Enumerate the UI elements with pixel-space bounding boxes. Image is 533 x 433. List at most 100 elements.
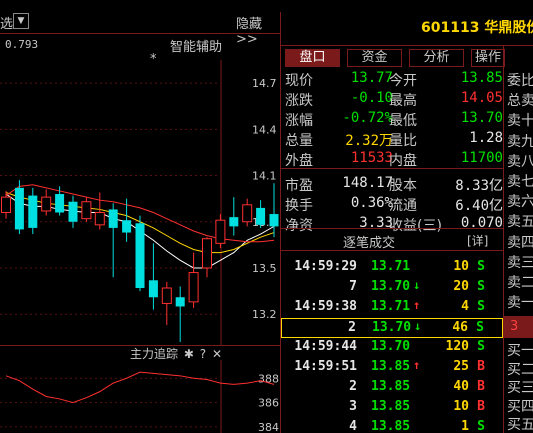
- candle-body: [1, 196, 11, 214]
- trade-time: 14:59:38: [294, 299, 357, 314]
- order-book-label: 买四: [507, 398, 533, 415]
- gear-icon[interactable]: ✱: [184, 347, 194, 361]
- arrow-down-icon: ↓: [414, 319, 422, 333]
- trade-side: B: [477, 359, 485, 374]
- trade-side: S: [476, 320, 484, 335]
- candle: [188, 252, 199, 309]
- quote-row: 涨跌 -0.10 最高 14.05: [281, 90, 503, 110]
- quote-label: 涨跌: [285, 93, 313, 109]
- trade-row[interactable]: 2 13.70 ↓ 46 S: [281, 318, 503, 338]
- trade-time: 14:59:44: [294, 339, 357, 354]
- trade-time: 14:59:51: [294, 359, 357, 374]
- trade-row[interactable]: 14:59:29 13.71 10 S: [281, 258, 503, 278]
- divider: [281, 45, 533, 46]
- trade-price: 13.70: [372, 320, 412, 335]
- candle: [148, 243, 158, 310]
- y-tick-label: 14.4: [252, 123, 277, 136]
- order-book-label: 卖六: [507, 194, 533, 211]
- candle-body: [94, 212, 105, 226]
- candle: [215, 214, 226, 248]
- candle-body: [202, 238, 212, 269]
- trade-side: S: [477, 339, 485, 354]
- trade-time: 2: [349, 379, 357, 394]
- trade-volume: 46: [452, 320, 468, 335]
- quote-value: 2.32万: [345, 133, 393, 149]
- order-book-spread: 3: [504, 316, 533, 338]
- quote-value: 13.85: [460, 70, 503, 86]
- tab-pankou[interactable]: 盘口: [285, 49, 340, 67]
- candle-body: [108, 209, 118, 228]
- quote-label: 股本: [389, 178, 417, 194]
- trade-row[interactable]: 14:59:44 13.70 120 S: [281, 338, 503, 358]
- candle-body: [188, 272, 199, 303]
- candle-body: [41, 196, 52, 212]
- candle: [14, 180, 24, 235]
- quote-label: 量比: [389, 133, 417, 149]
- stock-title: 601113 华鼎股份: [421, 20, 533, 36]
- quote-label: 今开: [389, 73, 417, 89]
- y-tick-label: 14.1: [252, 170, 277, 183]
- y-tick-label: 13.2: [252, 308, 277, 321]
- order-book-label: 买三: [507, 380, 533, 396]
- quote-row: 市盈 148.17 股本 8.33亿: [281, 175, 503, 195]
- tab-zijin[interactable]: 资金: [347, 49, 402, 67]
- order-book-label: 卖七: [507, 174, 533, 190]
- candle-body: [161, 287, 172, 304]
- candle-body: [68, 201, 78, 222]
- help-icon[interactable]: ?: [200, 347, 206, 361]
- chart-toolbar: 选 ▼ 隐藏 >>: [0, 12, 281, 47]
- trade-price: 13.85: [371, 399, 411, 414]
- chevron-down-icon[interactable]: ▼: [13, 13, 29, 29]
- candle: [135, 215, 145, 292]
- candle: [202, 237, 212, 278]
- indicator-chart[interactable]: 388386384: [0, 360, 281, 433]
- period-selector-label[interactable]: 选: [0, 13, 13, 32]
- quote-row: 涨幅 -0.72% 最低 13.70: [281, 110, 503, 130]
- trade-price: 13.71: [371, 299, 411, 314]
- candle: [94, 192, 105, 230]
- order-book-label: 买五: [507, 417, 533, 433]
- trade-volume: 4: [461, 299, 469, 314]
- divider: [281, 168, 503, 169]
- trade-row[interactable]: 7 13.70 ↓ 20 S: [281, 278, 503, 298]
- trades-detail-link[interactable]: [详]: [467, 232, 488, 249]
- kline-panel: 选 ▼ 隐藏 >> 0.793 智能辅助 * 14.714.414.113.81…: [0, 0, 281, 433]
- smart-assist-button[interactable]: 智能辅助: [170, 36, 222, 55]
- candle-body: [256, 207, 266, 225]
- tab-fenxi[interactable]: 分析: [409, 49, 464, 67]
- trade-time: 4: [349, 419, 357, 433]
- tab-caozuo[interactable]: 操作: [471, 49, 505, 67]
- quote-label: 市盈: [285, 178, 313, 194]
- trade-price: 13.85: [371, 359, 411, 374]
- candlestick-chart[interactable]: 14.714.414.113.813.513.213.02→: [0, 60, 281, 345]
- order-book-label: 卖四: [507, 234, 533, 251]
- quote-value: -0.72%: [342, 110, 393, 126]
- trade-row[interactable]: 14:59:38 13.71 ↑ 4 S: [281, 298, 503, 318]
- quote-row: 外盘 11533 内盘 11700: [281, 150, 503, 170]
- hide-button[interactable]: 隐藏 >>: [236, 13, 281, 47]
- trade-time: 7: [349, 279, 357, 294]
- close-icon[interactable]: ✕: [212, 347, 222, 361]
- candle: [1, 190, 11, 219]
- trade-row[interactable]: 14:59:51 13.85 ↑ 25 B: [281, 358, 503, 378]
- trade-row[interactable]: 3 13.85 10 B: [281, 398, 503, 418]
- quote-row: 换手 0.36% 流通 6.40亿: [281, 195, 503, 215]
- trade-price: 13.85: [371, 379, 411, 394]
- quote-label: 换手: [285, 198, 313, 214]
- candle: [108, 203, 118, 278]
- order-book-label: 买一: [507, 343, 533, 359]
- order-book-label: 卖二: [507, 275, 533, 291]
- order-book-label: 卖八: [507, 153, 533, 170]
- quote-panel: 601113 华鼎股份 盘口 资金 分析 操作 现价 13.77 今开 13.85 涨跌…: [281, 12, 533, 433]
- trade-volume: 120: [445, 339, 469, 354]
- trade-row[interactable]: 2 13.85 40 B: [281, 378, 503, 398]
- candle: [81, 197, 92, 222]
- candle: [175, 286, 185, 342]
- candle: [242, 198, 253, 227]
- quote-label: 收益(三): [389, 218, 442, 234]
- trade-volume: 10: [453, 399, 469, 414]
- trade-row[interactable]: 4 13.85 1 S: [281, 418, 503, 433]
- arrow-down-icon: ↓: [413, 278, 421, 292]
- trades-title: 逐笔成交: [343, 236, 396, 251]
- trade-price: 13.70: [371, 339, 411, 354]
